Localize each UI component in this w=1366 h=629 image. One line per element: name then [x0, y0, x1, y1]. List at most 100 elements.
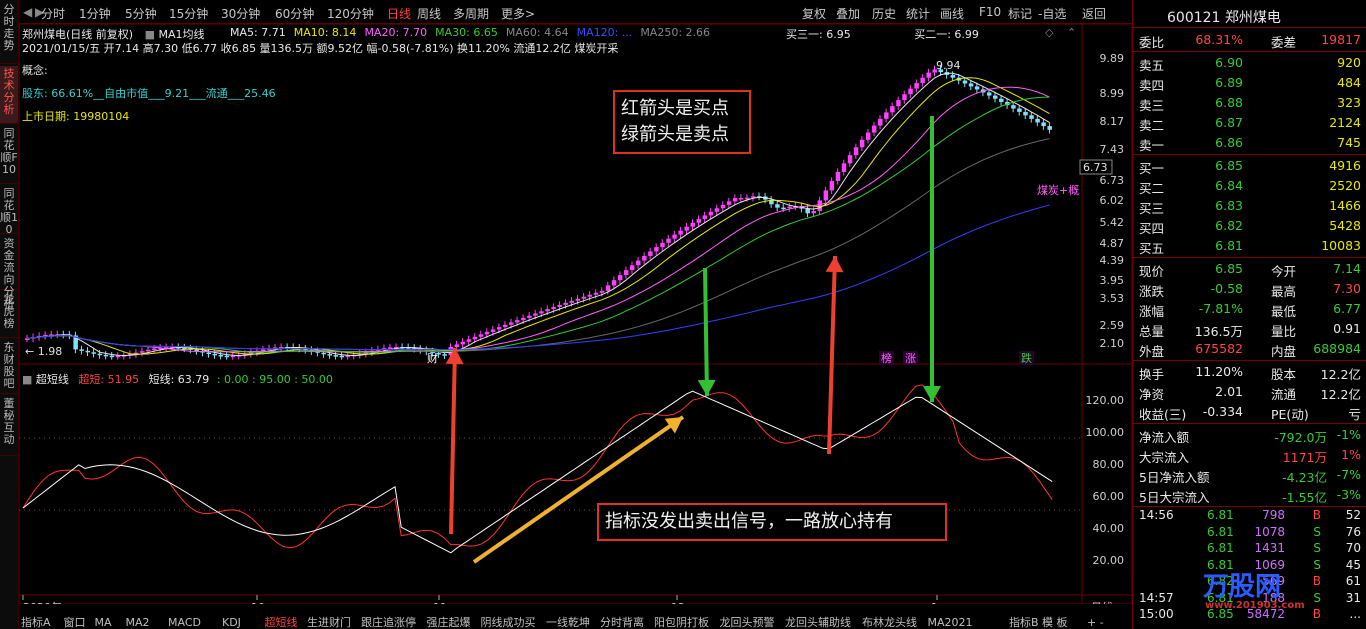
sell-level-2: 卖三 6.88 323: [1133, 93, 1366, 113]
flow-row-1: 大宗流入 1171万 1%: [1133, 445, 1366, 465]
indicator-tick: 100.00: [1086, 426, 1125, 439]
stat-row-3-cell: 量比: [1271, 324, 1297, 339]
indicator-tab-16[interactable]: 布林龙头线: [862, 616, 917, 629]
price-tick: 8.99: [1100, 87, 1125, 100]
left-tab-0[interactable]: 分时走势: [0, 2, 18, 64]
indicator-tab-4[interactable]: MACD: [168, 616, 201, 629]
left-tab-2[interactable]: 同花顺F10: [0, 126, 18, 184]
stat-row-0-cell: 6.85: [1215, 261, 1243, 276]
sell-level-2-cell: 6.88: [1215, 95, 1243, 110]
indicator-tab-6[interactable]: 超短线: [265, 616, 298, 629]
indicator-tab-2[interactable]: MA: [95, 616, 112, 629]
list-date: 上市日期: 19980104: [22, 110, 130, 123]
tick-cell: S: [1313, 541, 1321, 555]
diamond-icon[interactable]: ◇: [1045, 26, 1053, 39]
toolbar-action-1[interactable]: 叠加: [836, 5, 860, 22]
stat2-row-0-cell: 11.20%: [1195, 364, 1243, 379]
date-tick: 2020年: [23, 600, 62, 604]
left-tab-1[interactable]: 技术分析: [0, 66, 18, 124]
toolbar-action-5[interactable]: F10: [979, 5, 1001, 19]
stat2-row-0: 换手 11.20% 股本 12.2亿: [1133, 362, 1366, 382]
checkbox-icon[interactable]: ■: [22, 373, 32, 386]
period-tab-9[interactable]: 多周期: [453, 5, 489, 22]
candle-body: [823, 190, 829, 201]
indicator-tab-5[interactable]: KDJ: [222, 616, 241, 629]
tick-cell: ...: [1349, 607, 1361, 621]
indicator-name[interactable]: 超短线: [36, 373, 69, 386]
zoom-controls[interactable]: + -: [1087, 616, 1104, 629]
candle-body: [146, 349, 151, 352]
candle-body: [85, 350, 90, 353]
indicator-tab-13[interactable]: 阳包阴打板: [654, 616, 709, 629]
candle-body: [557, 304, 562, 308]
period-tab-6[interactable]: 120分钟: [327, 5, 374, 22]
indicator-tab-7[interactable]: 生进财门: [307, 616, 351, 629]
stat-row-2-cell: -7.81%: [1198, 301, 1243, 316]
period-tab-0[interactable]: 分时: [41, 5, 65, 22]
period-tab-4[interactable]: 30分钟: [221, 5, 260, 22]
left-tab-6[interactable]: 东财股吧: [0, 340, 18, 394]
candle-body: [872, 125, 877, 133]
period-tab-10[interactable]: 更多>: [501, 5, 535, 22]
price-tick: 6.02: [1100, 194, 1125, 207]
toolbar-action-6[interactable]: 标记: [1008, 5, 1032, 22]
sell-level-4: 卖一 6.86 745: [1133, 133, 1366, 153]
candle-body: [103, 354, 109, 357]
kline-chart[interactable]: 9.89 8.99 8.17 7.43 6.73 6.02 5.42 4.87 4.39 3.95…: [19, 24, 1132, 604]
period-tab-7[interactable]: 日线: [387, 5, 411, 22]
ma5-line: [26, 72, 1050, 357]
indicator-tab-12[interactable]: 分时背离: [600, 616, 644, 629]
left-tab-7[interactable]: 董秘互动: [0, 396, 18, 456]
indicator-tab-0[interactable]: 指标A: [21, 616, 51, 629]
buy-level-2-cell: 买三: [1139, 201, 1165, 216]
collapse-icon[interactable]: ⌃: [1067, 26, 1076, 39]
indicator-b-tab[interactable]: 指标B 模 板: [1009, 616, 1068, 629]
period-tab-2[interactable]: 5分钟: [125, 5, 157, 22]
stat2-row-0-cell: 股本: [1271, 367, 1297, 382]
low-label: ← 1.98: [25, 345, 62, 358]
period-tab-1[interactable]: 1分钟: [79, 5, 111, 22]
candle-body: [454, 344, 460, 347]
indicator-tab-14[interactable]: 龙回头预警: [720, 616, 775, 629]
left-tab-5[interactable]: 龙虎榜: [0, 292, 18, 338]
toolbar-action-4[interactable]: 画线: [940, 5, 964, 22]
candle-body: [551, 307, 556, 310]
sell-level-2-cell: 323: [1337, 95, 1361, 110]
tick-cell: 6.81: [1207, 508, 1234, 522]
toolbar-action-3[interactable]: 统计: [906, 5, 930, 22]
stat-row-3-cell: 0.91: [1333, 321, 1361, 336]
candle-body: [720, 204, 726, 209]
candle-body: [502, 324, 508, 328]
candle-body: [206, 352, 211, 355]
sell-level-1-cell: 484: [1337, 75, 1361, 90]
tick-cell: 1078: [1254, 524, 1285, 539]
candle-body: [999, 98, 1004, 102]
ma120-line: [26, 204, 1050, 351]
indicator-tab-15[interactable]: 龙回头辅助线: [785, 616, 851, 629]
indicator-tab-17[interactable]: MA2021: [928, 616, 973, 629]
ma10-line: [26, 77, 1050, 355]
period-tab-5[interactable]: 60分钟: [275, 5, 314, 22]
indicator-tab-9[interactable]: 强庄起爆: [427, 616, 471, 629]
indicator-tab-10[interactable]: 阴线成功买: [481, 616, 536, 629]
toolbar-action-7[interactable]: -自选: [1038, 5, 1066, 22]
candle-body: [914, 83, 919, 89]
indicator-tab-8[interactable]: 跟庄追涨停: [361, 616, 416, 629]
flow-row-3: 5日大宗流入 -1.55亿 -3%: [1133, 485, 1366, 505]
stat-row-4-cell: 688984: [1313, 341, 1361, 356]
stat2-row-0-cell: 换手: [1139, 367, 1165, 382]
toolbar-action-2[interactable]: 历史: [872, 5, 896, 22]
price-tick: 4.87: [1100, 237, 1125, 250]
period-tab-8[interactable]: 周线: [417, 5, 441, 22]
left-tab-4[interactable]: 资金流向分析: [0, 236, 18, 310]
indicator-tab-11[interactable]: 一线乾坤: [546, 616, 590, 629]
date-tick: 12: [671, 601, 685, 604]
left-tab-3[interactable]: 同花顺10: [0, 186, 18, 236]
toolbar-action-0[interactable]: 复权: [802, 5, 826, 22]
nav-back-icon[interactable]: ◀: [23, 5, 32, 19]
period-tab-3[interactable]: 15分钟: [169, 5, 208, 22]
tick-cell: 15:00: [1139, 607, 1174, 621]
indicator-tab-1[interactable]: 窗口: [64, 616, 86, 629]
toolbar-action-8[interactable]: 返回: [1082, 5, 1106, 22]
indicator-tab-3[interactable]: MA2: [126, 616, 150, 629]
